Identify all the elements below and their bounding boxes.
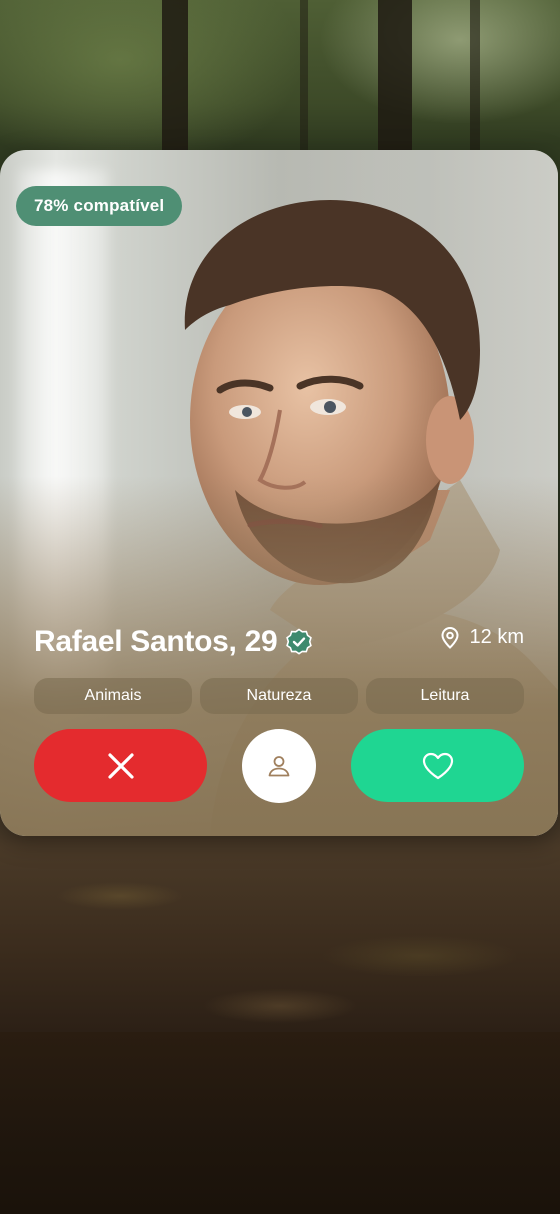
tree-trunk [162,0,188,160]
view-profile-button[interactable] [242,729,316,803]
like-button[interactable] [351,729,524,802]
profile-card[interactable]: 78% compatível Rafael Santos, 29 12 km A… [0,150,558,836]
interest-tag: Animais [34,678,192,714]
forest-floor [0,836,560,1032]
distance-text: 12 km [469,626,524,648]
tree-trunk [378,0,412,160]
tree-trunk [470,0,480,160]
profile-name-row: Rafael Santos, 29 [34,620,313,664]
heart-icon [422,752,453,779]
distance-info: 12 km [440,626,524,649]
interest-tag: Leitura [366,678,524,714]
map-pin-icon [441,626,459,649]
compatibility-badge: 78% compatível [16,186,183,226]
bottom-blurred-area [0,1032,560,1214]
interest-tag: Natureza [200,678,358,714]
interest-tags: Animais Natureza Leitura [34,678,524,714]
app-screen: 78% compatível Rafael Santos, 29 12 km A… [0,0,560,1214]
verified-badge-icon [286,628,313,655]
close-x-icon [107,752,134,779]
person-icon [268,756,290,777]
action-buttons [34,729,524,803]
reject-button[interactable] [34,729,207,802]
profile-name-age: Rafael Santos, 29 [34,625,278,658]
tree-trunk [300,0,308,160]
